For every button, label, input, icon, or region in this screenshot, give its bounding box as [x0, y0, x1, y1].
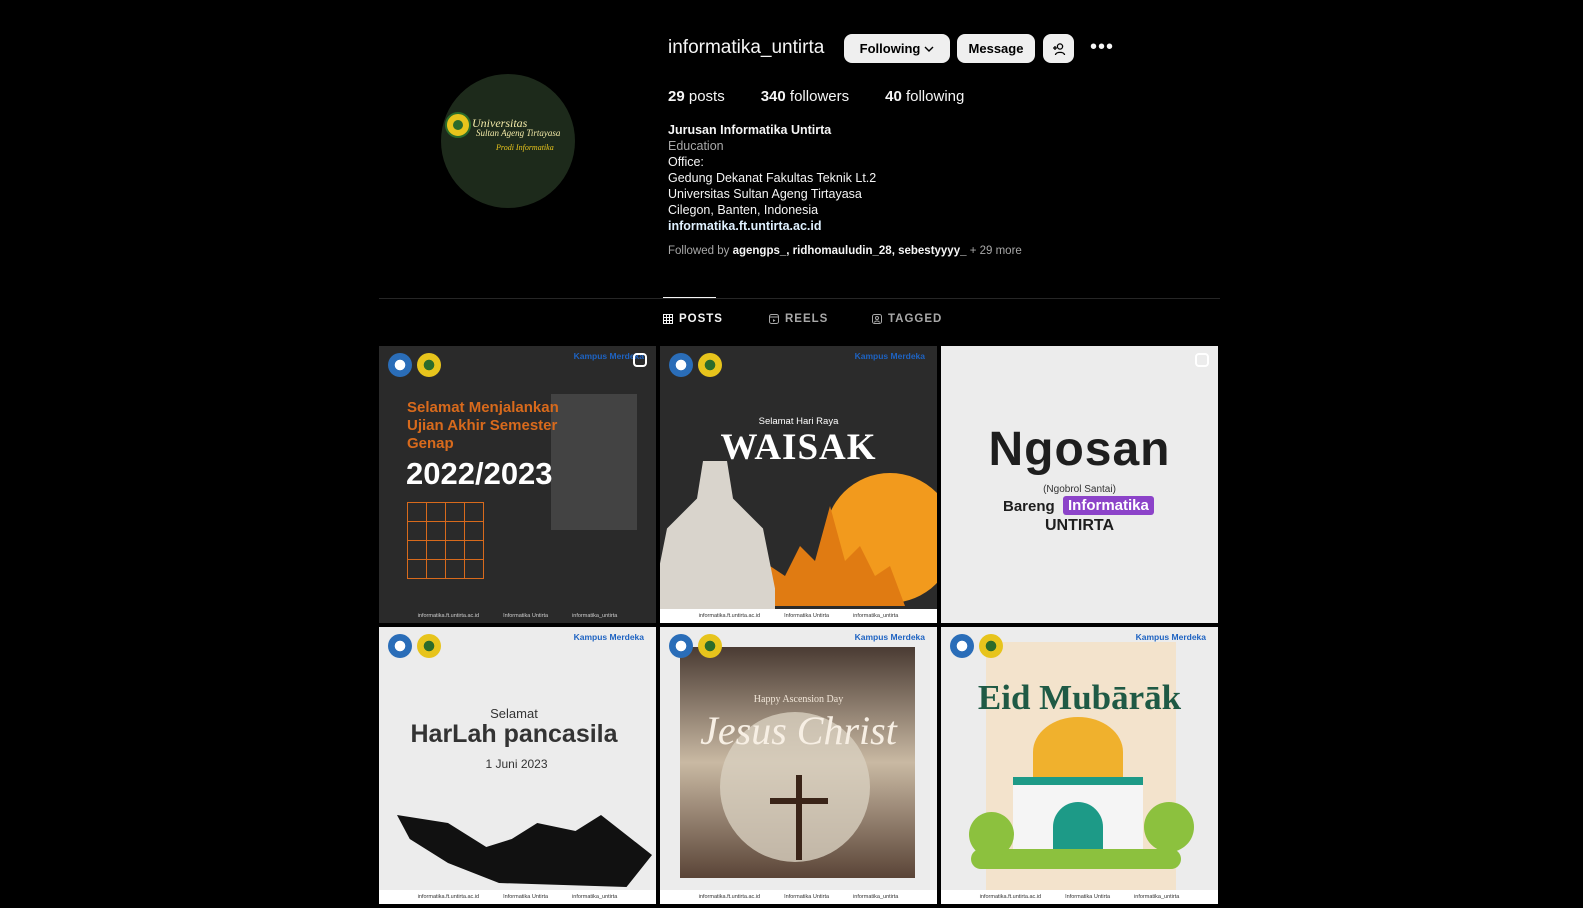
avatar-text-line-3: Prodi Informatika — [496, 143, 554, 152]
post-subtitle: Selamat — [490, 706, 538, 721]
kampus-merdeka-badge: Kampus Merdeka — [854, 351, 925, 361]
cross-icon — [796, 775, 802, 860]
suggested-accounts-button[interactable] — [1043, 34, 1074, 63]
post-title: HarLah pancasila — [410, 720, 618, 748]
post-logos — [950, 634, 1003, 658]
add-user-icon — [1052, 42, 1065, 55]
post-date: 1 Juni 2023 — [485, 757, 548, 771]
tut-wuri-logo-icon — [669, 634, 693, 658]
bio-name: Jurusan Informatika Untirta — [668, 123, 832, 137]
tagged-icon — [872, 314, 882, 324]
kampus-merdeka-badge: Kampus Merdeka — [1135, 632, 1206, 642]
following-stat[interactable]: 40 following — [885, 88, 964, 105]
post-title: Ngosan — [988, 423, 1171, 476]
post-footer: informatika.ft.untirta.ac.id Informatika … — [660, 890, 937, 904]
avatar-text-line-2: Sultan Ageng Tirtayasa — [476, 128, 561, 138]
post-footer: informatika.ft.untirta.ac.id Informatika … — [379, 890, 656, 904]
post-tile[interactable]: Ngosan (Ngobrol Santai) Bareng Informati… — [941, 346, 1218, 623]
post-tile[interactable]: Kampus Merdeka Selamat Menjalankan Ujian… — [379, 346, 656, 623]
tab-reels[interactable]: REELS — [769, 313, 828, 325]
post-logos — [388, 353, 441, 377]
tab-posts[interactable]: POSTS — [663, 313, 723, 325]
post-title: Eid Mubārāk — [977, 678, 1182, 717]
post-tile[interactable]: Kampus Merdeka Selamat Hari Raya WAISAK … — [660, 346, 937, 623]
untirta-logo-icon — [417, 353, 441, 377]
tree-illustration — [969, 812, 1014, 857]
bio-line: Universitas Sultan Ageng Tirtayasa — [668, 187, 862, 201]
cross-bar — [770, 798, 828, 804]
profile-stats: 29 posts 340 followers 40 following — [668, 88, 964, 105]
profile-username: informatika_untirta — [668, 37, 825, 58]
post-tile[interactable]: Kampus Merdeka Eid Mubārāk informatika.f… — [941, 627, 1218, 904]
tabs-divider — [379, 298, 1220, 299]
tut-wuri-logo-icon — [669, 353, 693, 377]
decorative-grid — [407, 502, 484, 579]
indonesia-map-illustration — [397, 815, 652, 887]
post-logos — [388, 634, 441, 658]
post-text-untirta: UNTIRTA — [1044, 517, 1115, 534]
post-title: Selamat Menjalankan Ujian Akhir Semester… — [407, 399, 559, 452]
bio-line: Cilegon, Banten, Indonesia — [668, 203, 819, 217]
post-subtitle: (Ngobrol Santai) — [1043, 484, 1116, 495]
post-title: WAISAK — [720, 427, 877, 468]
following-button-label: Following — [859, 41, 921, 56]
post-logos — [669, 353, 722, 377]
post-logos — [669, 634, 722, 658]
profile-avatar[interactable]: Universitas Sultan Ageng Tirtayasa Prodi… — [441, 74, 575, 208]
grid-icon — [663, 314, 673, 324]
message-button-label: Message — [968, 41, 1024, 56]
message-button[interactable]: Message — [957, 34, 1035, 63]
tab-tagged[interactable]: TAGGED — [872, 313, 942, 325]
following-button[interactable]: Following — [844, 34, 950, 63]
reels-icon — [769, 314, 779, 324]
post-title: Jesus Christ — [700, 708, 897, 753]
post-text-informatika: Informatika — [1063, 496, 1154, 515]
buddha-statue-illustration — [660, 461, 775, 611]
post-text-bareng: Bareng — [1003, 498, 1055, 515]
bio-website-link[interactable]: informatika.ft.untirta.ac.id — [668, 218, 1068, 234]
active-tab-indicator — [663, 297, 716, 298]
post-tile[interactable]: Kampus Merdeka Selamat HarLah pancasila … — [379, 627, 656, 904]
university-logo-icon — [445, 112, 471, 138]
post-subtitle: Happy Ascension Day — [753, 694, 844, 705]
post-tile[interactable]: Kampus Merdeka Happy Ascension Day Jesus… — [660, 627, 937, 904]
untirta-logo-icon — [417, 634, 441, 658]
reel-icon — [1195, 353, 1209, 367]
tut-wuri-logo-icon — [388, 353, 412, 377]
followers-stat[interactable]: 340 followers — [761, 88, 849, 105]
tree-illustration — [1144, 802, 1194, 852]
kampus-merdeka-badge: Kampus Merdeka — [854, 632, 925, 642]
bio-category: Education — [668, 139, 724, 153]
bio-line: Office: — [668, 155, 704, 169]
tut-wuri-logo-icon — [950, 634, 974, 658]
untirta-logo-icon — [979, 634, 1003, 658]
untirta-logo-icon — [698, 353, 722, 377]
untirta-logo-icon — [698, 634, 722, 658]
posts-stat: 29 posts — [668, 88, 725, 105]
post-footer: informatika.ft.untirta.ac.id Informatika … — [941, 890, 1218, 904]
post-year: 2022/2023 — [406, 456, 553, 491]
post-footer: informatika.ft.untirta.ac.id Informatika … — [379, 609, 656, 623]
followed-by[interactable]: Followed by agengps_, ridhomauludin_28, … — [668, 245, 1022, 257]
more-options-icon[interactable]: ••• — [1090, 37, 1114, 58]
kampus-merdeka-badge: Kampus Merdeka — [573, 632, 644, 642]
profile-bio: Jurusan Informatika Untirta Education Of… — [668, 122, 1068, 234]
bio-line: Gedung Dekanat Fakultas Teknik Lt.2 — [668, 171, 877, 185]
multi-post-icon — [633, 353, 647, 367]
tut-wuri-logo-icon — [388, 634, 412, 658]
chevron-down-icon — [924, 46, 934, 52]
post-footer: informatika.ft.untirta.ac.id Informatika … — [660, 609, 937, 623]
